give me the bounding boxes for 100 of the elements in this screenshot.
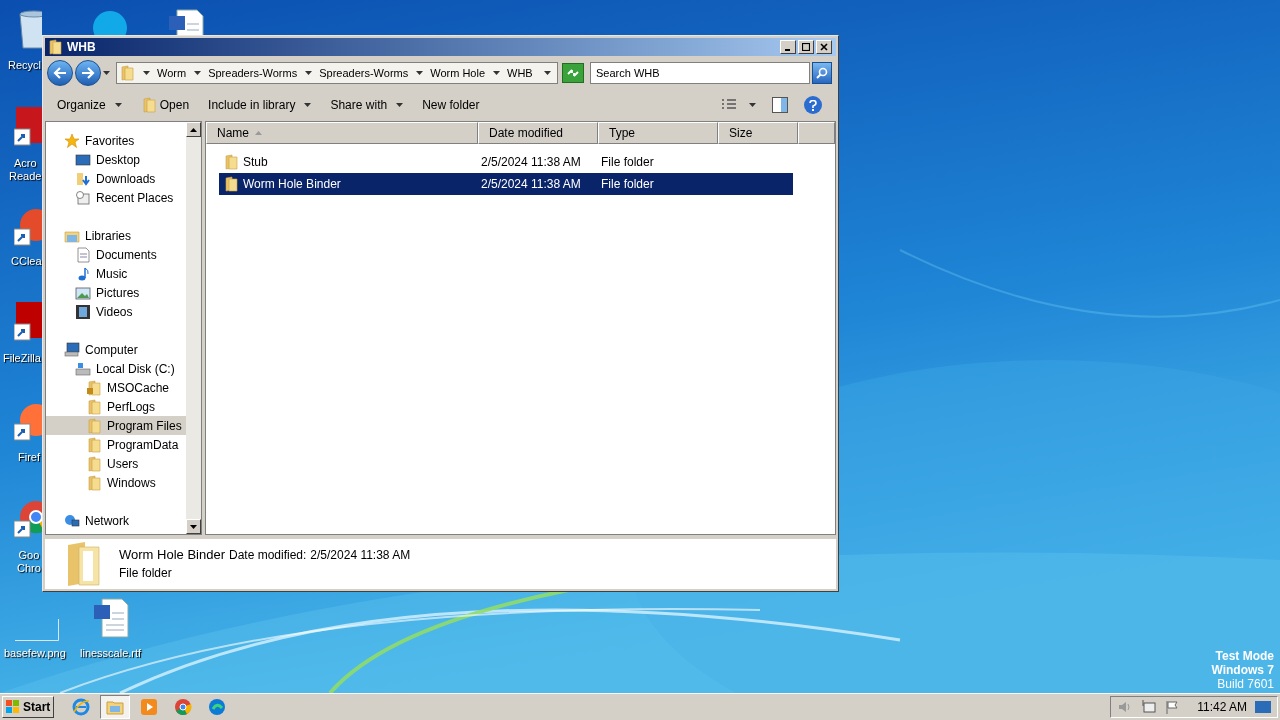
file-name: Stub [243, 154, 268, 171]
column-header[interactable]: Date modified [478, 122, 598, 144]
sort-arrow-icon [255, 131, 262, 135]
nav-item[interactable]: Videos [46, 302, 186, 321]
maximize-icon [802, 43, 810, 51]
nav-item[interactable]: Recent Places [46, 188, 186, 207]
document-icon [75, 246, 91, 263]
caret-icon [396, 103, 404, 107]
column-header[interactable]: Type [598, 122, 718, 144]
folder-icon [86, 398, 102, 415]
clock[interactable]: 11:42 AM [1197, 698, 1247, 716]
back-button[interactable] [47, 60, 73, 86]
refresh-icon [566, 67, 580, 79]
file-name: Worm Hole Binder [243, 176, 341, 193]
nav-item[interactable]: PerfLogs [46, 397, 186, 416]
caret-icon [143, 71, 150, 75]
breadcrumb-item[interactable]: Worm Hole [430, 64, 486, 82]
back-arrow-icon [53, 67, 67, 79]
caret-icon [416, 71, 424, 75]
start-button[interactable]: Start [2, 696, 55, 718]
nav-item[interactable]: Network [46, 511, 186, 530]
search-field[interactable]: Search WHB [590, 62, 810, 84]
chrome-icon [174, 698, 193, 716]
date-cell-text: 2/5/2024 11:38 AM [480, 154, 582, 171]
caret-icon [749, 103, 756, 107]
nav-item[interactable]: Desktop [46, 150, 186, 169]
internet-explorer-icon [72, 698, 91, 716]
taskbar-button[interactable] [100, 695, 131, 719]
network-icon[interactable] [1141, 700, 1158, 714]
search-input[interactable]: Search WHB [596, 64, 804, 82]
toolbar-menu[interactable]: Include in library [202, 94, 318, 116]
forward-button[interactable] [75, 60, 101, 86]
icon-label[interactable]: CClea [11, 255, 42, 268]
nav-item[interactable]: Documents [46, 245, 186, 264]
toolbar-menu[interactable]: Organize [51, 94, 128, 116]
search-icon [816, 67, 828, 79]
computer-icon [64, 341, 80, 358]
nav-item[interactable]: Music [46, 264, 186, 283]
folder-icon [140, 97, 157, 113]
breadcrumb-item[interactable]: Worm [157, 64, 187, 82]
flag-icon[interactable] [1165, 700, 1180, 714]
details-name: Worm Hole Binder [119, 546, 225, 564]
toolbar-menu[interactable]: Share with [324, 94, 410, 116]
scroll-up-icon [190, 127, 197, 132]
search-button[interactable] [812, 62, 832, 84]
nav-item[interactable]: Local Disk (C:) [46, 359, 186, 378]
windows-logo-icon [6, 700, 20, 714]
icon-label[interactable]: FileZilla [3, 352, 41, 365]
icon-label[interactable]: Recycl [8, 59, 41, 72]
nav-item[interactable]: Pictures [46, 283, 186, 302]
locked-folder-icon [86, 379, 102, 396]
star-icon [64, 132, 80, 149]
open-button[interactable]: Open [134, 94, 196, 116]
film-icon [75, 303, 91, 320]
column-header[interactable]: Size [718, 122, 798, 144]
icon-label[interactable]: Firef [18, 451, 40, 464]
filezilla-icon [14, 300, 42, 342]
address-bar[interactable]: Worm Spreaders-Worms Spreaders-Worms Worm Hole WHB [116, 62, 558, 84]
breadcrumb-item[interactable]: Spreaders-Worms [208, 64, 298, 82]
column-header[interactable]: Name [206, 122, 478, 144]
minimize-button[interactable] [780, 40, 796, 54]
nav-item[interactable]: MSOCache [46, 378, 186, 397]
view-options-button[interactable] [721, 98, 756, 112]
nav-item[interactable]: Windows [46, 473, 186, 492]
skype-icon [90, 8, 130, 35]
folder-icon [47, 39, 63, 55]
nav-item[interactable]: Downloads [46, 169, 186, 188]
folder-icon [86, 474, 102, 491]
close-icon [820, 43, 828, 51]
refresh-button[interactable] [562, 63, 584, 83]
show-desktop-icon[interactable] [1255, 700, 1271, 714]
nav-item[interactable]: Program Files [46, 416, 186, 435]
details-view-icon [721, 98, 737, 112]
new-folder-button[interactable]: New folder [416, 94, 486, 116]
caret-icon [493, 71, 501, 75]
file-row[interactable]: Stub 2/5/2024 11:38 AM File folder [219, 151, 793, 173]
caret-icon [544, 71, 551, 75]
close-button[interactable] [816, 40, 832, 54]
scroll-down-icon [190, 524, 197, 529]
caret-icon [114, 103, 122, 107]
preview-pane-button[interactable] [772, 97, 788, 113]
scrollbar[interactable] [186, 122, 201, 534]
nav-item[interactable]: Favorites [46, 131, 186, 150]
nav-item[interactable]: ProgramData [46, 435, 186, 454]
folder-icon [119, 65, 135, 81]
help-button[interactable] [804, 96, 822, 114]
file-row[interactable]: Worm Hole Binder 2/5/2024 11:38 AM File folder [219, 173, 793, 195]
breadcrumb-item[interactable]: Spreaders-Worms [319, 64, 409, 82]
date-cell-text: 2/5/2024 11:38 AM [480, 176, 582, 193]
folder-icon [86, 436, 102, 453]
nav-item[interactable]: Users [46, 454, 186, 473]
icon-label[interactable]: Acro Reade [9, 157, 42, 183]
hard-disk-icon [75, 360, 91, 377]
desktop-icon [75, 151, 91, 168]
date-modified-label: Date modified: [228, 547, 307, 564]
nav-item[interactable]: Libraries [46, 226, 186, 245]
recent-places-icon [75, 189, 91, 206]
breadcrumb-item[interactable]: WHB [507, 64, 533, 82]
maximize-button[interactable] [798, 40, 814, 54]
nav-item[interactable]: Computer [46, 340, 186, 359]
